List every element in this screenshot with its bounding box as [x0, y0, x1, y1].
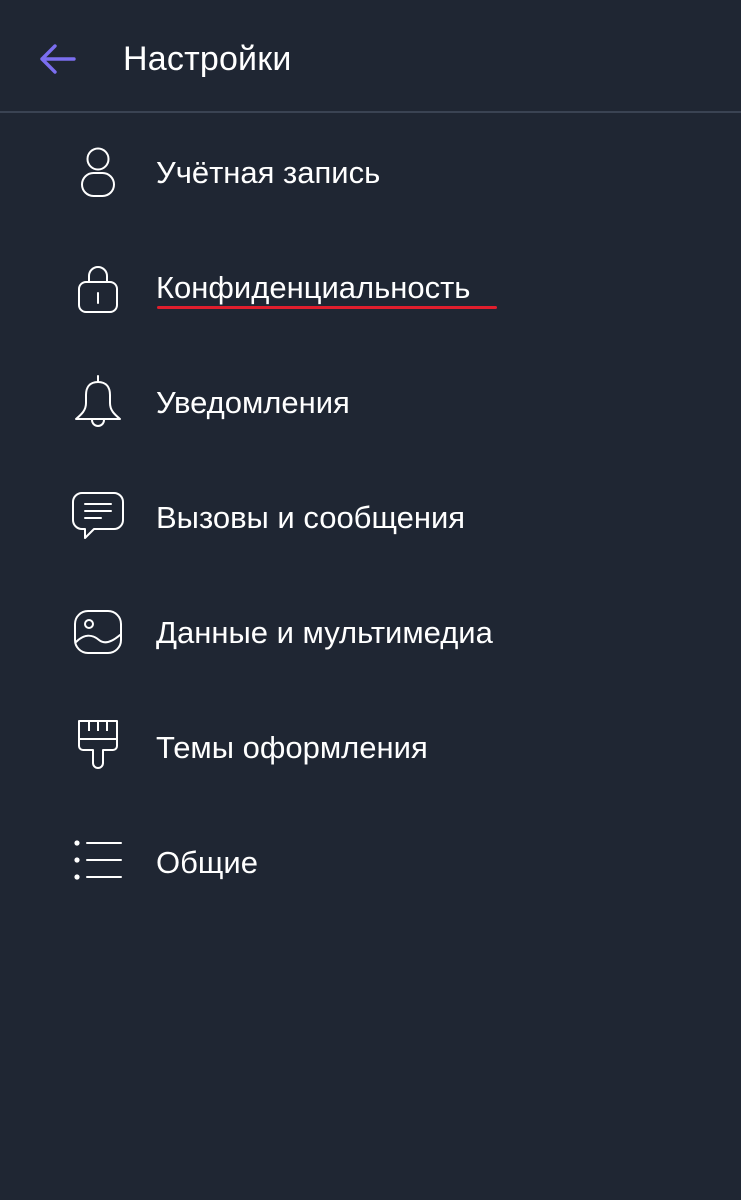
lock-icon [70, 259, 126, 315]
menu-item-label: Вызовы и сообщения [156, 500, 466, 535]
user-icon [70, 144, 126, 200]
chat-icon [70, 489, 126, 545]
page-title: Настройки [123, 40, 292, 78]
list-icon [70, 834, 126, 890]
settings-menu: Учётная запись Конфиденциальность Уведом… [0, 115, 741, 920]
menu-item-notifications[interactable]: Уведомления [0, 345, 741, 460]
menu-item-calls-messages[interactable]: Вызовы и сообщения [0, 460, 741, 575]
menu-item-themes[interactable]: Темы оформления [0, 690, 741, 805]
highlight-underline [157, 306, 497, 309]
menu-item-privacy[interactable]: Конфиденциальность [0, 230, 741, 345]
menu-item-label: Общие [156, 845, 258, 880]
menu-item-account[interactable]: Учётная запись [0, 115, 741, 230]
arrow-left-icon [40, 44, 76, 74]
back-button[interactable] [32, 34, 82, 84]
menu-item-label: Данные и мультимедиа [156, 615, 493, 650]
image-icon [70, 604, 126, 660]
menu-item-data-media[interactable]: Данные и мультимедиа [0, 575, 741, 690]
bell-icon [70, 374, 126, 430]
menu-item-label: Темы оформления [156, 730, 428, 765]
menu-item-label: Учётная запись [156, 155, 381, 190]
menu-item-label: Конфиденциальность [156, 270, 471, 305]
menu-item-label: Уведомления [156, 385, 350, 420]
app-bar: Настройки [0, 0, 741, 113]
menu-item-general[interactable]: Общие [0, 805, 741, 920]
brush-icon [70, 719, 126, 775]
